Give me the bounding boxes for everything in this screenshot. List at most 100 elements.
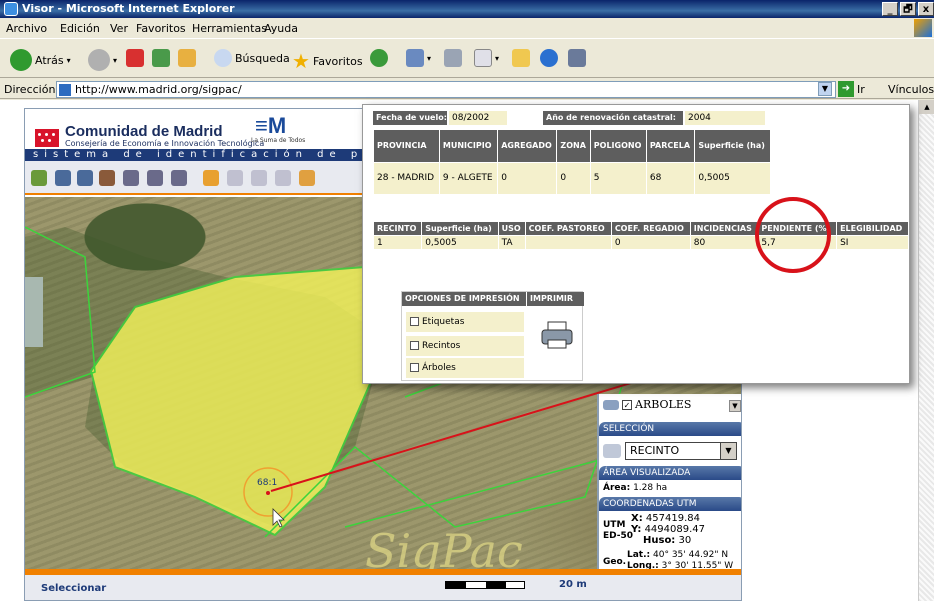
parcel-header-1: MUNICIPIO <box>438 129 499 163</box>
menu-ayuda[interactable]: Ayuda <box>264 22 298 35</box>
tree-layer-icon <box>603 399 619 410</box>
go-button[interactable]: ➜ Ir <box>838 81 865 97</box>
restore-button[interactable]: 🗗 <box>900 2 916 16</box>
zoom-in-icon[interactable] <box>55 170 71 186</box>
print-options-header: OPCIONES DE IMPRESIÓN <box>402 292 526 306</box>
forward-arrow-icon <box>88 49 110 71</box>
greenhouse-building <box>25 277 43 347</box>
layer-arboles[interactable]: ✓ ARBOLES <box>603 398 691 411</box>
selection-point <box>266 491 270 495</box>
print-map-icon[interactable] <box>275 170 291 186</box>
page-scrollbar[interactable]: ▲ <box>918 100 934 601</box>
search-icon <box>214 49 232 67</box>
history-icon <box>370 49 388 67</box>
recinto-header-7: ELEGIBILIDAD <box>836 221 909 236</box>
print-button-header: IMPRIMIR <box>527 292 584 306</box>
ie-app-icon <box>4 2 18 16</box>
option-arboles[interactable]: Árboles <box>406 358 524 378</box>
datum-label: ED-50 <box>603 531 634 541</box>
utm-label: UTM <box>603 520 626 530</box>
measure-icon[interactable] <box>123 170 139 186</box>
info-tool-icon[interactable] <box>203 170 219 186</box>
utm-x: X: 457419.84 <box>631 513 700 524</box>
option-etiquetas[interactable]: Etiquetas <box>406 312 524 332</box>
parcel-header-6: Superficie (ha) <box>694 129 771 163</box>
edit-icon <box>474 49 492 67</box>
back-button[interactable]: Atrás ▾ <box>10 49 71 71</box>
pan-hand-icon[interactable] <box>99 170 115 186</box>
recinto-cell-3 <box>524 235 612 250</box>
zoom-out-icon[interactable] <box>77 170 93 186</box>
menu-edicion[interactable]: Edición <box>60 22 100 35</box>
address-dropdown[interactable]: ▼ <box>818 82 832 96</box>
minimize-button[interactable]: _ <box>882 2 898 16</box>
parcel-cell-5: 68 <box>645 161 696 195</box>
messenger-button[interactable] <box>540 49 558 67</box>
address-input[interactable]: http://www.madrid.org/sigpac/ <box>56 81 836 98</box>
forward-button[interactable]: ▾ <box>88 49 117 71</box>
messenger-icon <box>540 49 558 67</box>
query-icon[interactable] <box>251 170 267 186</box>
parcel-header-3: ZONA <box>556 129 591 163</box>
favorites-button[interactable]: ★ Favoritos <box>292 49 363 73</box>
chevron-down-icon: ▼ <box>720 443 736 459</box>
links-button[interactable]: Vínculos <box>888 83 934 96</box>
page-icon <box>59 84 71 96</box>
history-button[interactable] <box>370 49 388 67</box>
scroll-up-icon[interactable]: ▲ <box>919 100 934 114</box>
panel-scroll-down[interactable]: ▼ <box>729 400 741 412</box>
close-button[interactable]: x <box>918 2 934 16</box>
arboles-checkbox[interactable] <box>410 363 419 372</box>
parcel-header-4: POLIGONO <box>589 129 647 163</box>
parcel-cell-4: 5 <box>589 161 647 195</box>
menu-herramientas[interactable]: Herramientas <box>192 22 267 35</box>
research-button[interactable] <box>568 49 586 67</box>
flight-date-value: 08/2002 <box>449 111 507 125</box>
recinto-cell-5: 80 <box>689 235 759 250</box>
parcel-table: PROVINCIA MUNICIPIO AGREGADO ZONA POLIGONO PA… <box>373 129 771 195</box>
recinto-cell-1: 0,5005 <box>421 235 499 250</box>
recinto-cell-4: 0 <box>610 235 691 250</box>
recinto-header-5: INCIDENCIAS <box>689 221 759 236</box>
menu-archivo[interactable]: Archivo <box>6 22 47 35</box>
stop-button[interactable] <box>126 49 144 67</box>
sigpac-watermark: SigPac <box>365 524 523 569</box>
parcel-header-0: PROVINCIA <box>373 129 440 163</box>
layer-checkbox[interactable]: ✓ <box>622 399 632 410</box>
parcel-cell-1: 9 - ALGETE <box>438 161 499 195</box>
search-button[interactable]: Búsqueda <box>214 49 290 67</box>
utm-huso: Huso: 30 <box>643 535 692 546</box>
refresh-button[interactable] <box>152 49 170 67</box>
recinto-header-2: USO <box>497 221 526 236</box>
area-icon[interactable] <box>147 170 163 186</box>
stop-icon <box>126 49 144 67</box>
address-bar: Dirección http://www.madrid.org/sigpac/ … <box>0 79 934 99</box>
research-icon <box>568 49 586 67</box>
menu-ver[interactable]: Ver <box>110 22 128 35</box>
edit-button[interactable]: ▾ <box>474 49 499 67</box>
etiquetas-checkbox[interactable] <box>410 317 419 326</box>
selected-parcel[interactable] <box>89 265 387 537</box>
recinto-cell-0: 1 <box>372 235 423 250</box>
printer-icon[interactable] <box>540 320 574 350</box>
recintos-checkbox[interactable] <box>410 341 419 350</box>
mail-button[interactable]: ▾ <box>406 49 431 67</box>
pointer-tool-icon[interactable] <box>31 170 47 186</box>
option-recintos[interactable]: Recintos <box>406 336 524 356</box>
parcel-cell-3: 0 <box>556 161 591 195</box>
print-button[interactable] <box>444 49 462 67</box>
tool-mode: Seleccionar <box>41 583 107 594</box>
area-header: ÁREA VISUALIZADA <box>599 466 741 480</box>
select-rect-icon[interactable] <box>227 170 243 186</box>
windows-flag-icon <box>914 19 932 37</box>
browser-window: Visor - Microsoft Internet Explorer _ 🗗 … <box>0 0 934 601</box>
title-bar: Visor - Microsoft Internet Explorer _ 🗗 … <box>0 0 934 18</box>
extent-icon[interactable] <box>171 170 187 186</box>
selection-select[interactable]: RECINTO ▼ <box>625 442 737 460</box>
home-button[interactable] <box>178 49 196 67</box>
folder-button[interactable] <box>512 49 530 67</box>
parcel-info-popup: Fecha de vuelo: 08/2002 Año de renovació… <box>362 104 910 384</box>
user-icon[interactable] <box>299 170 315 186</box>
menu-favoritos[interactable]: Favoritos <box>136 22 186 35</box>
scale-label: 20 m <box>559 579 587 590</box>
